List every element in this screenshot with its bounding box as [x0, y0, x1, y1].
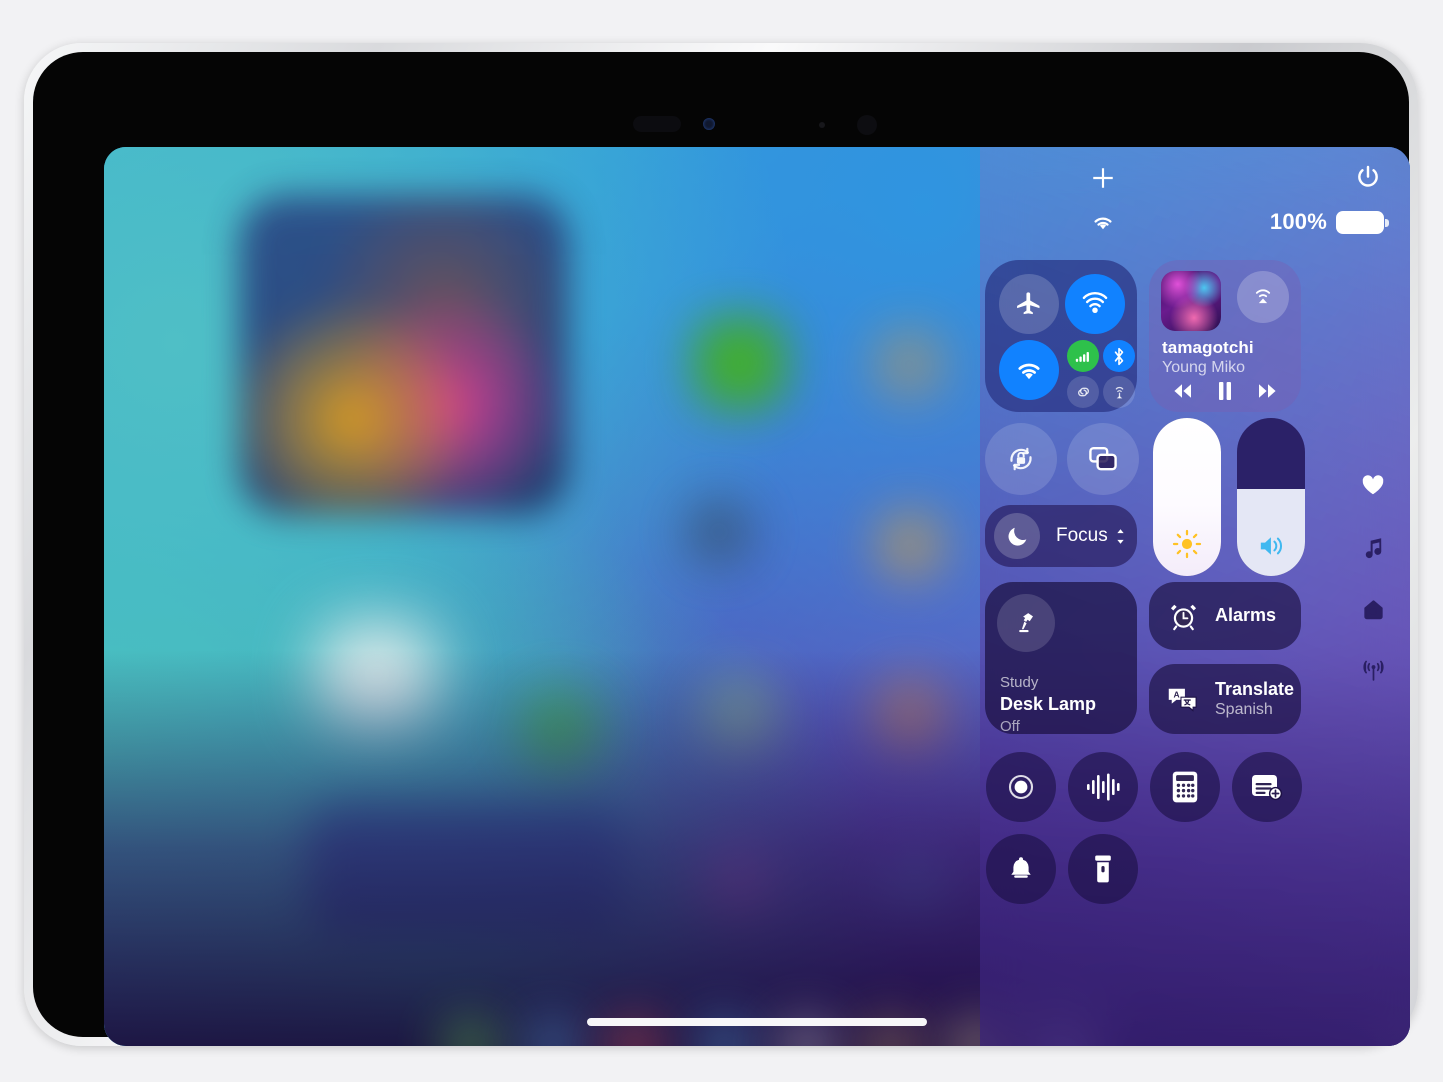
dock-icon: [434, 1010, 508, 1046]
lamp-state-label: Off: [1000, 718, 1020, 735]
dock-icon: [770, 1010, 844, 1046]
app-icon-blurred: [864, 499, 956, 591]
ipad-screen: 100% tamagotchi Young Miko Focus Study D…: [104, 147, 1410, 1046]
rail-media[interactable]: [1360, 534, 1386, 560]
desk-lamp-icon: [997, 594, 1055, 652]
control-center-status-row: 100%: [980, 147, 1410, 277]
alarms-tile[interactable]: Alarms: [1149, 582, 1301, 650]
photos-widget-blurred: [239, 195, 569, 515]
alarms-text: Alarms: [1215, 605, 1276, 626]
front-camera-sensor-bar: [563, 110, 943, 138]
quick-note-button[interactable]: [1232, 752, 1302, 822]
chevron-up-down-icon[interactable]: [1114, 527, 1127, 546]
pause-icon[interactable]: [1205, 378, 1245, 404]
translate-text: Translate Spanish: [1215, 679, 1294, 719]
translate-title: Translate: [1215, 678, 1295, 699]
screenshot-root: 100% tamagotchi Young Miko Focus Study D…: [0, 0, 1443, 1082]
rotation-lock-button[interactable]: [985, 423, 1057, 495]
personal-hotspot-toggle[interactable]: [1067, 376, 1099, 408]
device-bezel: 100% tamagotchi Young Miko Focus Study D…: [33, 52, 1410, 1046]
battery-full-icon: [1336, 210, 1389, 234]
translate-icon: A: [1162, 678, 1204, 720]
flashlight-button[interactable]: [1068, 834, 1138, 904]
dock-icon: [516, 1010, 590, 1046]
track-artist: Young Miko: [1162, 359, 1246, 376]
plus-icon[interactable]: [1090, 165, 1116, 191]
ambient-sensor: [819, 122, 825, 128]
brightness-slider[interactable]: [1153, 418, 1221, 576]
desk-lamp-tile[interactable]: Study Desk Lamp Off: [985, 582, 1137, 735]
album-artwork: [1161, 271, 1221, 331]
dock-icon: [854, 1010, 928, 1046]
control-center-panel: 100% tamagotchi Young Miko Focus Study D…: [980, 147, 1410, 1046]
translate-subtitle: Spanish: [1215, 701, 1273, 719]
alarms-title: Alarms: [1215, 605, 1277, 626]
track-title: tamagotchi: [1162, 338, 1254, 357]
calculator-button[interactable]: [1150, 752, 1220, 822]
sun-icon: [1153, 528, 1221, 560]
airplane-mode-toggle[interactable]: [999, 274, 1059, 334]
battery-status: 100%: [1269, 209, 1389, 235]
sound-recognition-button[interactable]: [1068, 752, 1138, 822]
silent-mode-button[interactable]: [986, 834, 1056, 904]
rail-home[interactable]: [1360, 596, 1386, 622]
airdrop-toggle[interactable]: [1065, 274, 1125, 334]
dock-icon: [598, 1010, 672, 1046]
app-icon-blurred: [864, 319, 954, 409]
rewind-icon[interactable]: [1163, 378, 1203, 404]
airplay-icon[interactable]: [1237, 271, 1289, 323]
face-id-sensor: [857, 115, 877, 135]
focus-label: Focus: [1056, 525, 1108, 546]
focus-button[interactable]: Focus: [985, 505, 1137, 567]
lamp-name-label: Desk Lamp: [1000, 694, 1097, 714]
cellular-data-toggle[interactable]: [1067, 340, 1099, 372]
bluetooth-toggle[interactable]: [1103, 340, 1135, 372]
lamp-room-label: Study: [1000, 674, 1039, 691]
dock-icon: [688, 1010, 762, 1046]
wifi-toggle[interactable]: [999, 340, 1059, 400]
app-icon-blurred: [674, 487, 764, 577]
home-indicator-bar[interactable]: [587, 1018, 927, 1026]
wifi-status-icon: [1090, 212, 1116, 234]
app-icon-blurred: [692, 315, 788, 411]
moon-icon: [994, 513, 1040, 559]
volume-slider[interactable]: [1237, 418, 1305, 576]
rail-connectivity[interactable]: [1360, 658, 1386, 684]
screen-mirroring-button[interactable]: [1067, 423, 1139, 495]
speaker-wave-icon: [1237, 532, 1305, 560]
ipad-device-frame: 100% tamagotchi Young Miko Focus Study D…: [24, 43, 1418, 1046]
svg-text:A: A: [1173, 690, 1179, 700]
connectivity-tile[interactable]: [985, 260, 1137, 412]
airplay-audio-toggle[interactable]: [1103, 376, 1135, 408]
battery-percent-label: 100%: [1269, 209, 1327, 234]
earpiece-speaker: [633, 116, 681, 132]
alarm-clock-icon: [1162, 595, 1204, 637]
front-camera-icon: [703, 118, 715, 130]
power-icon[interactable]: [1354, 164, 1382, 192]
battery-nub: [1385, 218, 1389, 227]
screen-record-button[interactable]: [986, 752, 1056, 822]
fast-forward-icon[interactable]: [1247, 378, 1287, 404]
rail-favorites[interactable]: [1360, 472, 1386, 498]
translate-tile[interactable]: A Translate Spanish: [1149, 664, 1301, 734]
now-playing-tile[interactable]: tamagotchi Young Miko: [1149, 260, 1301, 412]
control-center-page-rail: [1358, 472, 1388, 684]
